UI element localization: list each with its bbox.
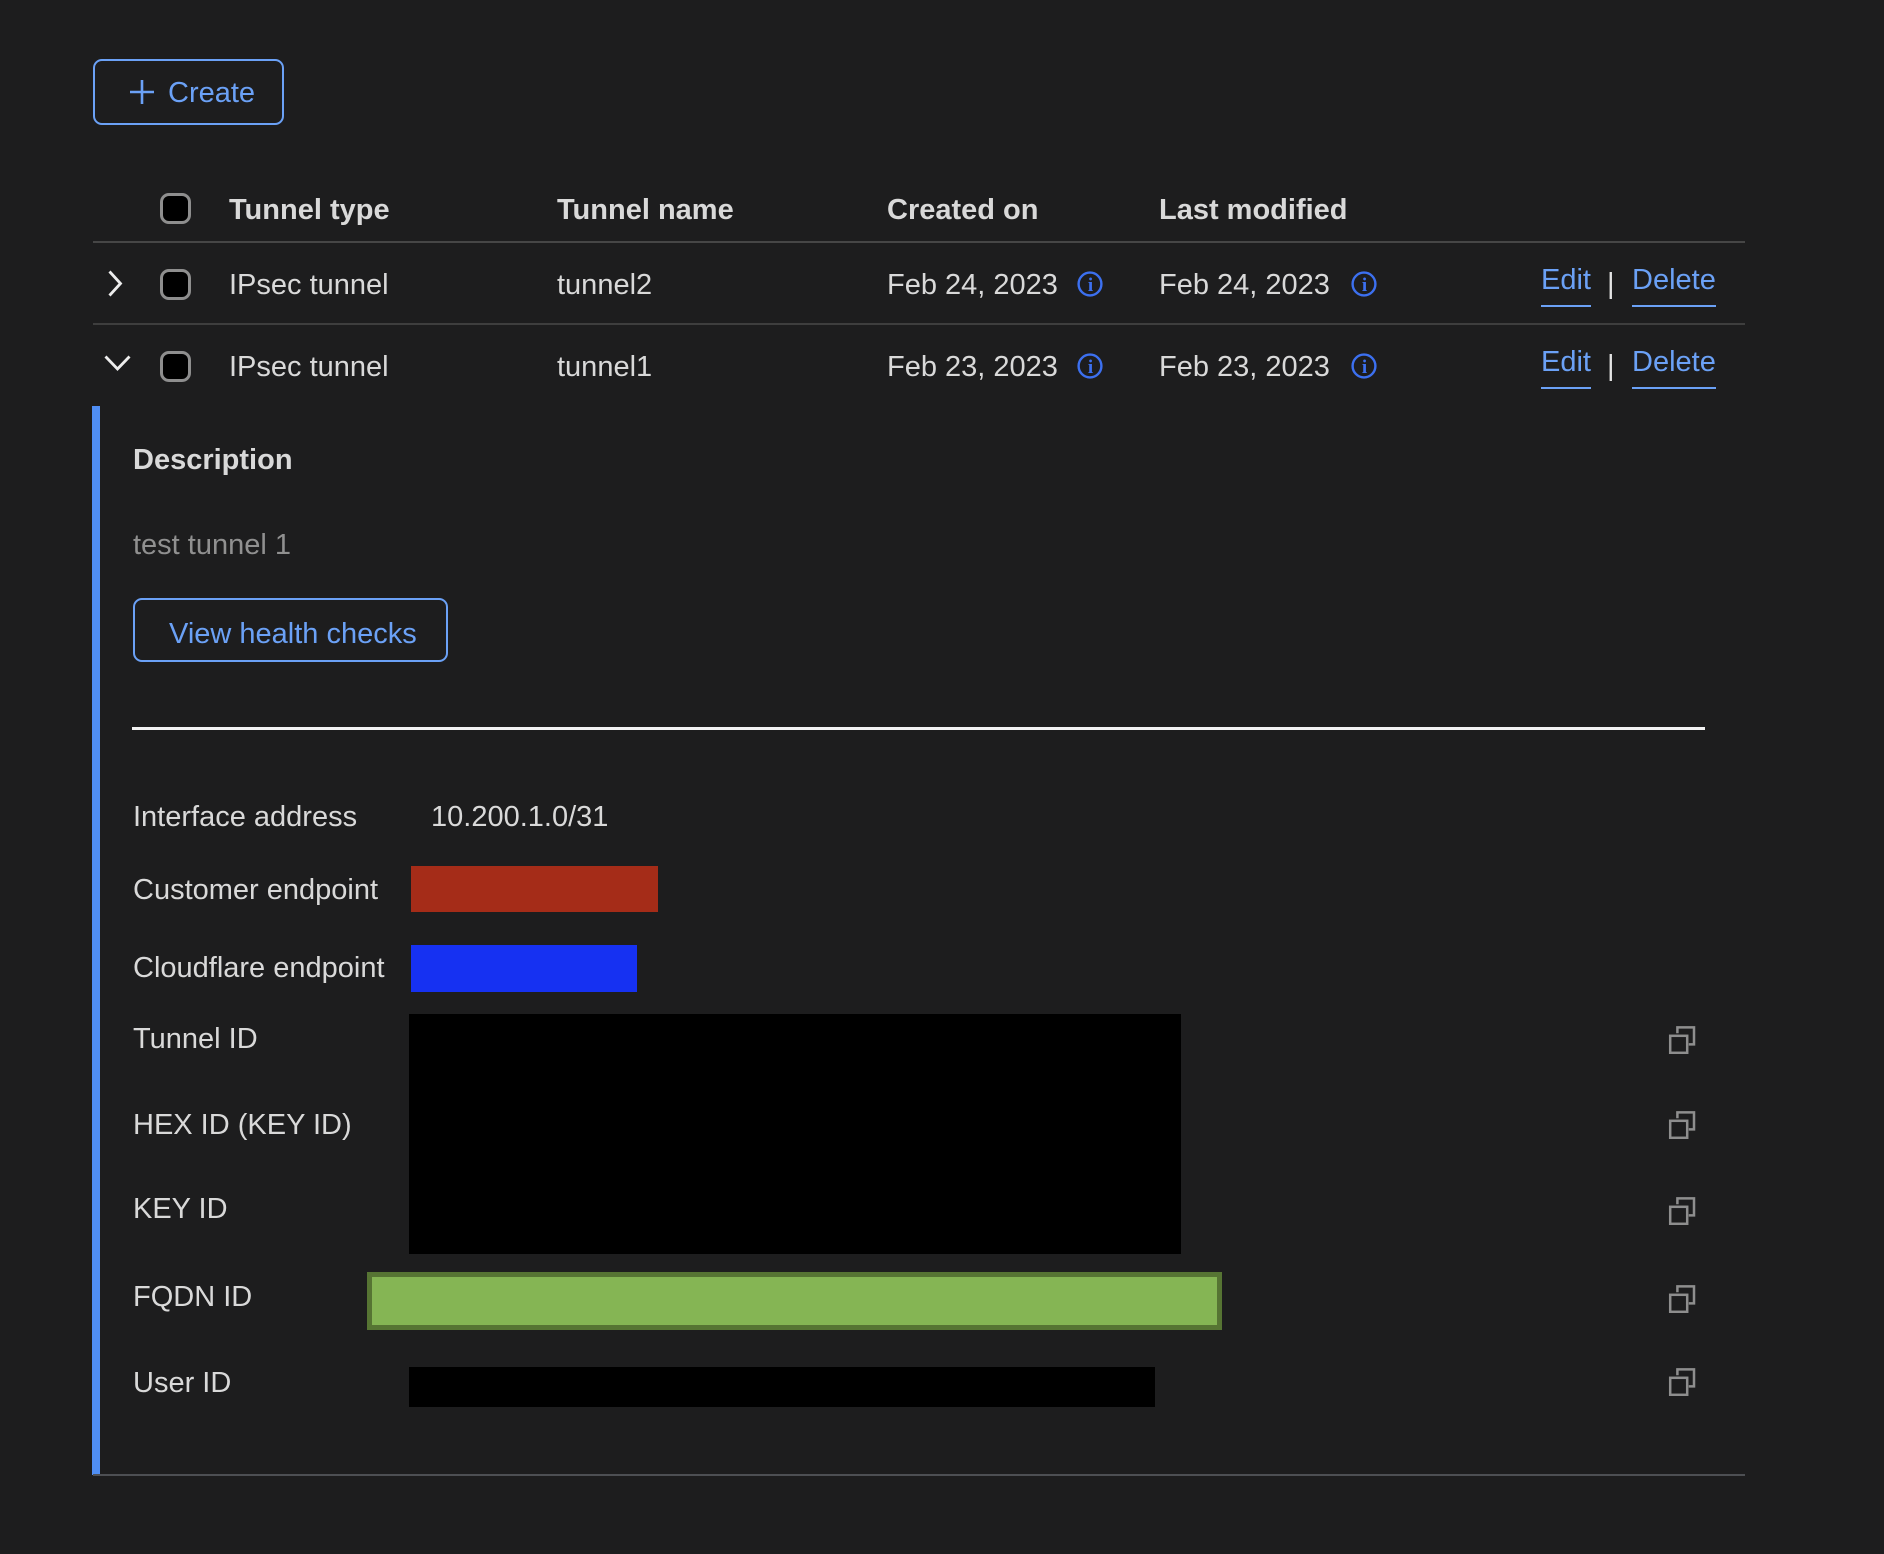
svg-text:i: i <box>1362 275 1367 296</box>
svg-text:i: i <box>1362 357 1367 378</box>
svg-text:i: i <box>1088 357 1093 378</box>
svg-text:i: i <box>1088 275 1093 296</box>
